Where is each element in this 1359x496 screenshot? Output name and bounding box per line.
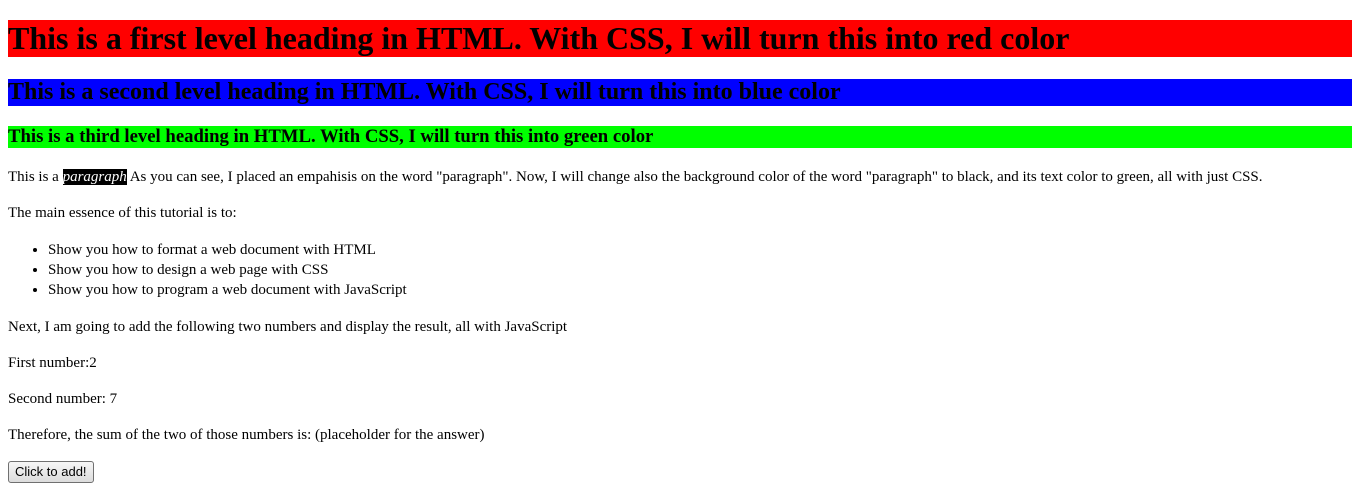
third-level-heading: This is a third level heading in HTML. W… xyxy=(8,126,1352,148)
second-number-text: Second number: 7 xyxy=(8,391,118,407)
intro-text-before: This is a xyxy=(8,169,63,185)
second-level-heading: This is a second level heading in HTML. … xyxy=(8,79,1352,106)
page-body: This is a first level heading in HTML. W… xyxy=(0,20,1359,483)
sum-result-text: Therefore, the sum of the two of those n… xyxy=(8,427,485,443)
first-number-text: First number:2 xyxy=(8,355,97,371)
tutorial-goals-list: Show you how to format a web document wi… xyxy=(8,240,1352,300)
next-paragraph: Next, I am going to add the following tw… xyxy=(8,319,568,335)
list-item: Show you how to design a web page with C… xyxy=(48,260,1352,280)
first-level-heading: This is a first level heading in HTML. W… xyxy=(8,20,1352,57)
emphasized-word: paragraph xyxy=(62,169,127,185)
intro-paragraph: This is a paragraph As you can see, I pl… xyxy=(8,168,1352,186)
add-button[interactable]: Click to add! xyxy=(8,461,94,483)
intro-text-after: As you can see, I placed an empahisis on… xyxy=(126,169,1263,185)
essence-paragraph: The main essence of this tutorial is to: xyxy=(8,205,237,221)
list-item: Show you how to format a web document wi… xyxy=(48,240,1352,260)
list-item: Show you how to program a web document w… xyxy=(48,280,1352,300)
